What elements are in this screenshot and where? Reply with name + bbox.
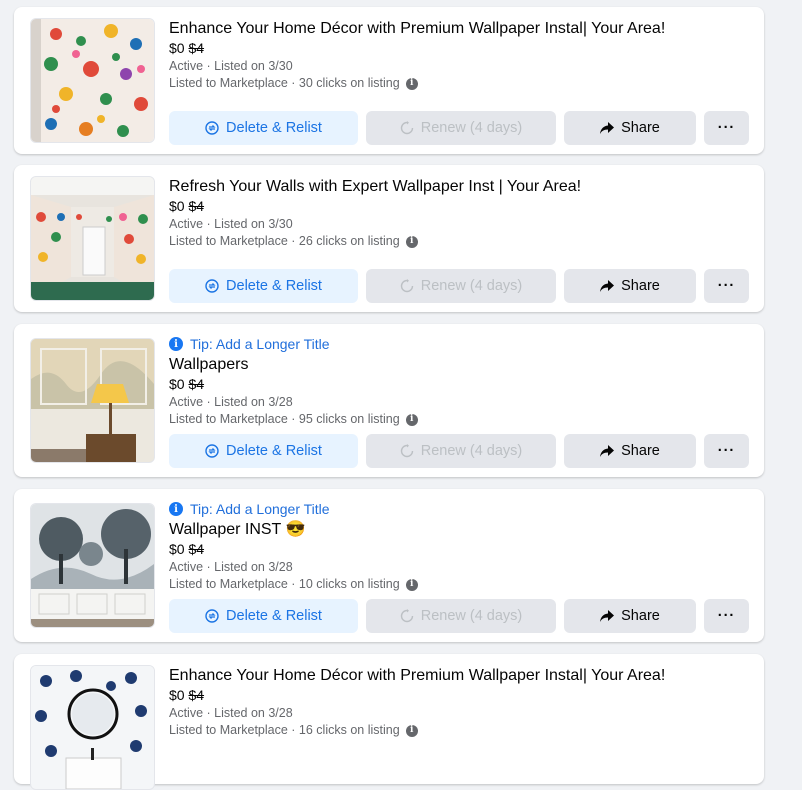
share-label: Share xyxy=(621,608,660,624)
listing-title[interactable]: Wallpapers xyxy=(169,355,752,375)
renew-icon xyxy=(400,279,413,293)
renew-label: Renew (4 days) xyxy=(420,608,523,624)
info-icon[interactable]: i xyxy=(405,77,418,90)
listing-card: Enhance Your Home Décor with Premium Wal… xyxy=(14,654,764,790)
listing-status: Active · Listed on 3/28 xyxy=(169,395,293,409)
listing-title-text: Wallpaper INST xyxy=(169,521,282,538)
current-price: $0 xyxy=(169,376,185,392)
more-options-button[interactable]: ··· xyxy=(704,111,749,145)
tip-link[interactable]: i Tip: Add a Longer Title xyxy=(169,500,752,518)
delete-relist-button[interactable]: Delete & Relist xyxy=(169,269,358,303)
delete-relist-label: Delete & Relist xyxy=(226,443,322,459)
relist-icon xyxy=(205,444,219,458)
delete-relist-label: Delete & Relist xyxy=(226,120,322,136)
info-icon: i xyxy=(169,337,183,351)
renew-icon xyxy=(400,444,413,458)
more-options-button[interactable]: ··· xyxy=(704,599,749,633)
listing-status: Active · Listed on 3/30 xyxy=(169,59,293,73)
info-icon[interactable]: i xyxy=(405,724,418,737)
info-icon[interactable]: i xyxy=(405,413,418,426)
listing-card: i Tip: Add a Longer Title Wallpaper INST … xyxy=(14,489,764,642)
sunglasses-emoji-icon: 😎 xyxy=(285,521,306,538)
old-price: $4 xyxy=(188,687,205,703)
listing-title[interactable]: Enhance Your Home Décor with Premium Wal… xyxy=(169,19,752,39)
listing-status: Active · Listed on 3/30 xyxy=(169,217,293,231)
renew-button[interactable]: Renew (4 days) xyxy=(366,269,556,303)
listing-status: Active · Listed on 3/28 xyxy=(169,706,293,720)
more-options-button[interactable]: ··· xyxy=(704,434,749,468)
share-button[interactable]: Share xyxy=(564,599,696,633)
tip-label: Tip: Add a Longer Title xyxy=(190,336,330,352)
old-price: $4 xyxy=(188,376,205,392)
renew-label: Renew (4 days) xyxy=(420,443,523,459)
delete-relist-label: Delete & Relist xyxy=(226,278,322,294)
listing-card: Enhance Your Home Décor with Premium Wal… xyxy=(14,7,764,154)
listing-clicks: Listed to Marketplace · 95 clicks on lis… xyxy=(169,412,400,426)
delete-relist-label: Delete & Relist xyxy=(226,608,322,624)
share-button[interactable]: Share xyxy=(564,269,696,303)
renew-icon xyxy=(400,609,413,623)
delete-relist-button[interactable]: Delete & Relist xyxy=(169,599,358,633)
old-price: $4 xyxy=(188,40,205,56)
listing-clicks-row: Listed to Marketplace · 26 clicks on lis… xyxy=(169,233,752,250)
share-label: Share xyxy=(621,443,660,459)
old-price: $4 xyxy=(188,541,205,557)
listing-price: $0 $4 xyxy=(169,375,752,394)
info-icon: i xyxy=(169,502,183,516)
info-icon[interactable]: i xyxy=(405,578,418,591)
listing-title[interactable]: Wallpaper INST 😎 xyxy=(169,520,752,540)
listing-clicks: Listed to Marketplace · 30 clicks on lis… xyxy=(169,76,400,90)
listing-clicks: Listed to Marketplace · 10 clicks on lis… xyxy=(169,577,400,591)
delete-relist-button[interactable]: Delete & Relist xyxy=(169,434,358,468)
tip-label: Tip: Add a Longer Title xyxy=(190,501,330,517)
listing-title[interactable]: Enhance Your Home Décor with Premium Wal… xyxy=(169,666,752,686)
listing-clicks-row: Listed to Marketplace · 16 clicks on lis… xyxy=(169,722,752,739)
listing-thumbnail[interactable] xyxy=(30,18,155,143)
listing-card: i Tip: Add a Longer Title Wallpapers $0 $… xyxy=(14,324,764,477)
listing-clicks-row: Listed to Marketplace · 95 clicks on lis… xyxy=(169,411,752,428)
listing-clicks-row: Listed to Marketplace · 10 clicks on lis… xyxy=(169,576,752,593)
renew-button[interactable]: Renew (4 days) xyxy=(366,434,556,468)
listing-clicks-row: Listed to Marketplace · 30 clicks on lis… xyxy=(169,75,752,92)
current-price: $0 xyxy=(169,541,185,557)
share-icon xyxy=(600,122,615,134)
tip-link[interactable]: i Tip: Add a Longer Title xyxy=(169,335,752,353)
more-options-button[interactable]: ··· xyxy=(704,269,749,303)
listing-title[interactable]: Refresh Your Walls with Expert Wallpaper… xyxy=(169,177,752,197)
renew-label: Renew (4 days) xyxy=(420,120,523,136)
share-button[interactable]: Share xyxy=(564,434,696,468)
share-label: Share xyxy=(621,278,660,294)
listing-price: $0 $4 xyxy=(169,540,752,559)
listing-price: $0 $4 xyxy=(169,686,752,705)
share-icon xyxy=(600,280,615,292)
relist-icon xyxy=(205,279,219,293)
listing-status: Active · Listed on 3/28 xyxy=(169,560,293,574)
relist-icon xyxy=(205,121,219,135)
listing-thumbnail[interactable] xyxy=(30,503,155,628)
share-icon xyxy=(600,445,615,457)
share-icon xyxy=(600,610,615,622)
renew-label: Renew (4 days) xyxy=(420,278,523,294)
listing-thumbnail[interactable] xyxy=(30,338,155,463)
current-price: $0 xyxy=(169,40,185,56)
relist-icon xyxy=(205,609,219,623)
share-button[interactable]: Share xyxy=(564,111,696,145)
listing-clicks: Listed to Marketplace · 26 clicks on lis… xyxy=(169,234,400,248)
share-label: Share xyxy=(621,120,660,136)
renew-button[interactable]: Renew (4 days) xyxy=(366,599,556,633)
old-price: $4 xyxy=(188,198,205,214)
renew-icon xyxy=(400,121,413,135)
current-price: $0 xyxy=(169,198,185,214)
listing-clicks: Listed to Marketplace · 16 clicks on lis… xyxy=(169,723,400,737)
listing-thumbnail[interactable] xyxy=(30,176,155,301)
listing-price: $0 $4 xyxy=(169,197,752,216)
listing-thumbnail[interactable] xyxy=(30,665,155,790)
delete-relist-button[interactable]: Delete & Relist xyxy=(169,111,358,145)
info-icon[interactable]: i xyxy=(405,235,418,248)
listing-price: $0 $4 xyxy=(169,39,752,58)
listing-card: Refresh Your Walls with Expert Wallpaper… xyxy=(14,165,764,312)
renew-button[interactable]: Renew (4 days) xyxy=(366,111,556,145)
current-price: $0 xyxy=(169,687,185,703)
